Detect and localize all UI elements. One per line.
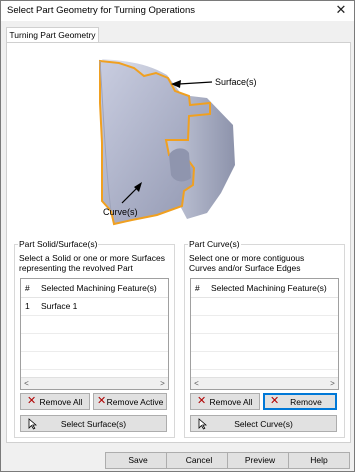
bore-shape xyxy=(169,148,191,182)
curve-feature-list[interactable]: # Selected Machining Feature(s) < > xyxy=(190,278,339,390)
part-illustration: Surface(s) Curve(s) xyxy=(99,59,257,226)
solid-col-num: # xyxy=(25,283,30,293)
row-divider xyxy=(191,369,338,370)
curve-callout: Curve(s) xyxy=(103,207,138,217)
curve-group-label: Part Curve(s) xyxy=(188,239,241,249)
close-icon[interactable]: ✕ xyxy=(334,3,348,17)
scroll-left-icon[interactable]: < xyxy=(21,378,32,389)
curve-desc-line2: Curves and/or Surface Edges xyxy=(189,263,301,273)
solid-surface-group: Part Solid/Surface(s) Select a Solid or … xyxy=(14,239,175,438)
scroll-right-icon[interactable]: > xyxy=(327,378,338,389)
cancel-button[interactable]: Cancel xyxy=(166,452,232,469)
help-button[interactable]: Help xyxy=(288,452,350,469)
curve-desc-line1: Select one or more contiguous xyxy=(189,253,305,263)
row-divider xyxy=(21,333,168,334)
solid-description: Select a Solid or one or more Surfaces r… xyxy=(19,253,165,273)
remove-x-icon: ✕ xyxy=(27,395,37,407)
curve-hscrollbar[interactable]: < > xyxy=(191,377,338,389)
row-divider xyxy=(191,333,338,334)
tab-turning-part-geometry[interactable]: Turning Part Geometry xyxy=(6,27,99,43)
solid-remove-active-label: Remove Active xyxy=(106,397,164,407)
curve-col-num: # xyxy=(195,283,200,293)
solid-list-header: # Selected Machining Feature(s) xyxy=(21,279,168,298)
solid-feature-list[interactable]: # Selected Machining Feature(s) 1 Surfac… xyxy=(20,278,169,390)
curve-remove-button[interactable]: ✕ Remove xyxy=(263,393,337,410)
curve-remove-all-button[interactable]: ✕ Remove All xyxy=(190,393,260,410)
row-divider xyxy=(191,315,338,316)
remove-x-icon: ✕ xyxy=(97,395,107,407)
select-surfaces-label: Select Surface(s) xyxy=(60,419,127,429)
curve-col-feature: Selected Machining Feature(s) xyxy=(211,283,327,293)
surface-callout: Surface(s) xyxy=(215,77,257,87)
scroll-left-icon[interactable]: < xyxy=(191,378,202,389)
solid-col-feature: Selected Machining Feature(s) xyxy=(41,283,157,293)
scroll-right-icon[interactable]: > xyxy=(157,378,168,389)
solid-desc-line1: Select a Solid or one or more Surfaces xyxy=(19,253,165,263)
cursor-arrow-icon xyxy=(28,418,37,430)
curve-list-header: # Selected Machining Feature(s) xyxy=(191,279,338,298)
solid-group-label: Part Solid/Surface(s) xyxy=(18,239,99,249)
select-curves-label: Select Curve(s) xyxy=(234,419,293,429)
solid-remove-active-button[interactable]: ✕ Remove Active xyxy=(93,393,167,410)
remove-x-icon: ✕ xyxy=(270,395,280,407)
window-title: Select Part Geometry for Turning Operati… xyxy=(7,5,195,16)
solid-row-num: 1 xyxy=(25,301,30,311)
curve-group: Part Curve(s) Select one or more contigu… xyxy=(184,239,345,438)
remove-x-icon: ✕ xyxy=(197,395,207,407)
tab-panel: Surface(s) Curve(s) Part Solid/Surface(s… xyxy=(6,42,351,443)
save-button[interactable]: Save xyxy=(105,452,171,469)
row-divider xyxy=(21,315,168,316)
dialog-window: Select Part Geometry for Turning Operati… xyxy=(0,0,355,472)
preview-button[interactable]: Preview xyxy=(227,452,293,469)
table-row[interactable]: 1 Surface 1 xyxy=(21,297,168,315)
row-divider xyxy=(21,369,168,370)
curve-remove-label: Remove xyxy=(290,397,322,407)
row-divider xyxy=(191,351,338,352)
surface-arrow xyxy=(178,81,213,85)
solid-row-feature: Surface 1 xyxy=(41,301,78,311)
title-bar: Select Part Geometry for Turning Operati… xyxy=(1,1,354,21)
select-curves-button[interactable]: Select Curve(s) xyxy=(190,415,337,432)
select-surfaces-button[interactable]: Select Surface(s) xyxy=(20,415,167,432)
solid-desc-line2: representing the revolved Part xyxy=(19,263,133,273)
cursor-arrow-icon xyxy=(198,418,207,430)
curve-description: Select one or more contiguous Curves and… xyxy=(189,253,304,273)
solid-remove-all-button[interactable]: ✕ Remove All xyxy=(20,393,90,410)
solid-hscrollbar[interactable]: < > xyxy=(21,377,168,389)
row-divider xyxy=(21,351,168,352)
